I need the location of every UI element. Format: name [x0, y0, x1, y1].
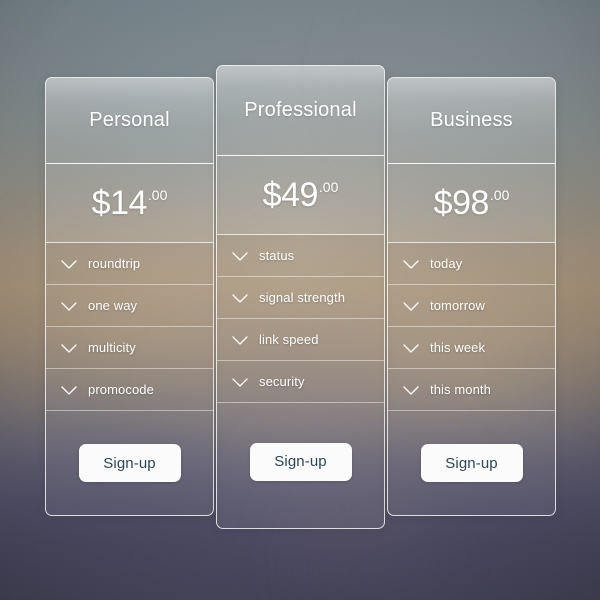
price-currency: $: [262, 176, 282, 214]
feature-label: multicity: [88, 340, 136, 355]
plan-name: Business: [430, 109, 513, 131]
feature-label: promocode: [88, 382, 154, 397]
price-cents: .00: [147, 187, 168, 203]
signup-button[interactable]: Sign-up: [78, 444, 181, 482]
price-cents: .00: [489, 187, 510, 203]
signup-button[interactable]: Sign-up: [249, 442, 352, 481]
feature-item: status: [217, 235, 384, 277]
price-value: $ 14 .00: [92, 186, 168, 220]
feature-list: roundtrip one way multicity promocode: [46, 243, 213, 411]
feature-item: today: [388, 243, 555, 285]
feature-label: link speed: [259, 332, 319, 347]
feature-item: tomorrow: [388, 285, 555, 327]
feature-item: security: [217, 361, 384, 403]
price-section: $ 49 .00: [217, 156, 384, 235]
feature-list: today tomorrow this week this month: [388, 243, 555, 411]
feature-label: this week: [430, 340, 486, 355]
signup-button[interactable]: Sign-up: [420, 444, 523, 482]
check-icon: [60, 339, 78, 357]
price-value: $ 98 .00: [434, 186, 510, 220]
pricing-card-personal[interactable]: Personal $ 14 .00 roundtrip one way mult…: [45, 77, 214, 516]
check-icon: [60, 381, 78, 399]
pricing-card-professional[interactable]: Professional $ 49 .00 status signal stre…: [216, 65, 385, 529]
feature-item: signal strength: [217, 277, 384, 319]
feature-label: status: [259, 248, 295, 263]
feature-list: status signal strength link speed securi…: [217, 235, 384, 403]
check-icon: [231, 247, 249, 265]
check-icon: [231, 289, 249, 307]
plan-name: Professional: [244, 99, 357, 121]
feature-item: one way: [46, 285, 213, 327]
card-header: Personal: [46, 78, 213, 164]
price-value: $ 49 .00: [263, 178, 339, 212]
feature-label: this month: [430, 382, 491, 397]
feature-item: roundtrip: [46, 243, 213, 285]
check-icon: [60, 255, 78, 273]
check-icon: [402, 339, 420, 357]
check-icon: [402, 297, 420, 315]
price-section: $ 98 .00: [388, 164, 555, 243]
plan-name: Personal: [89, 109, 170, 131]
cta-section: Sign-up: [217, 403, 384, 520]
price-currency: $: [91, 184, 111, 222]
price-section: $ 14 .00: [46, 164, 213, 243]
check-icon: [402, 255, 420, 273]
feature-label: today: [430, 256, 463, 271]
card-header: Business: [388, 78, 555, 164]
price-amount: 49: [281, 176, 318, 214]
check-icon: [231, 373, 249, 391]
feature-item: multicity: [46, 327, 213, 369]
price-currency: $: [433, 184, 453, 222]
check-icon: [60, 297, 78, 315]
pricing-page: Personal $ 14 .00 roundtrip one way mult…: [0, 0, 600, 600]
check-icon: [231, 331, 249, 349]
cta-section: Sign-up: [388, 411, 555, 515]
feature-item: this month: [388, 369, 555, 411]
price-amount: 98: [452, 184, 489, 222]
feature-label: tomorrow: [430, 298, 485, 313]
feature-label: security: [259, 374, 305, 389]
feature-label: roundtrip: [88, 256, 141, 271]
pricing-card-business[interactable]: Business $ 98 .00 today tomorrow this we…: [387, 77, 556, 516]
card-header: Professional: [217, 66, 384, 156]
price-amount: 14: [110, 184, 147, 222]
feature-item: promocode: [46, 369, 213, 411]
check-icon: [402, 381, 420, 399]
feature-label: signal strength: [259, 290, 346, 305]
feature-item: link speed: [217, 319, 384, 361]
feature-label: one way: [88, 298, 138, 313]
cta-section: Sign-up: [46, 411, 213, 515]
price-cents: .00: [318, 179, 339, 195]
feature-item: this week: [388, 327, 555, 369]
